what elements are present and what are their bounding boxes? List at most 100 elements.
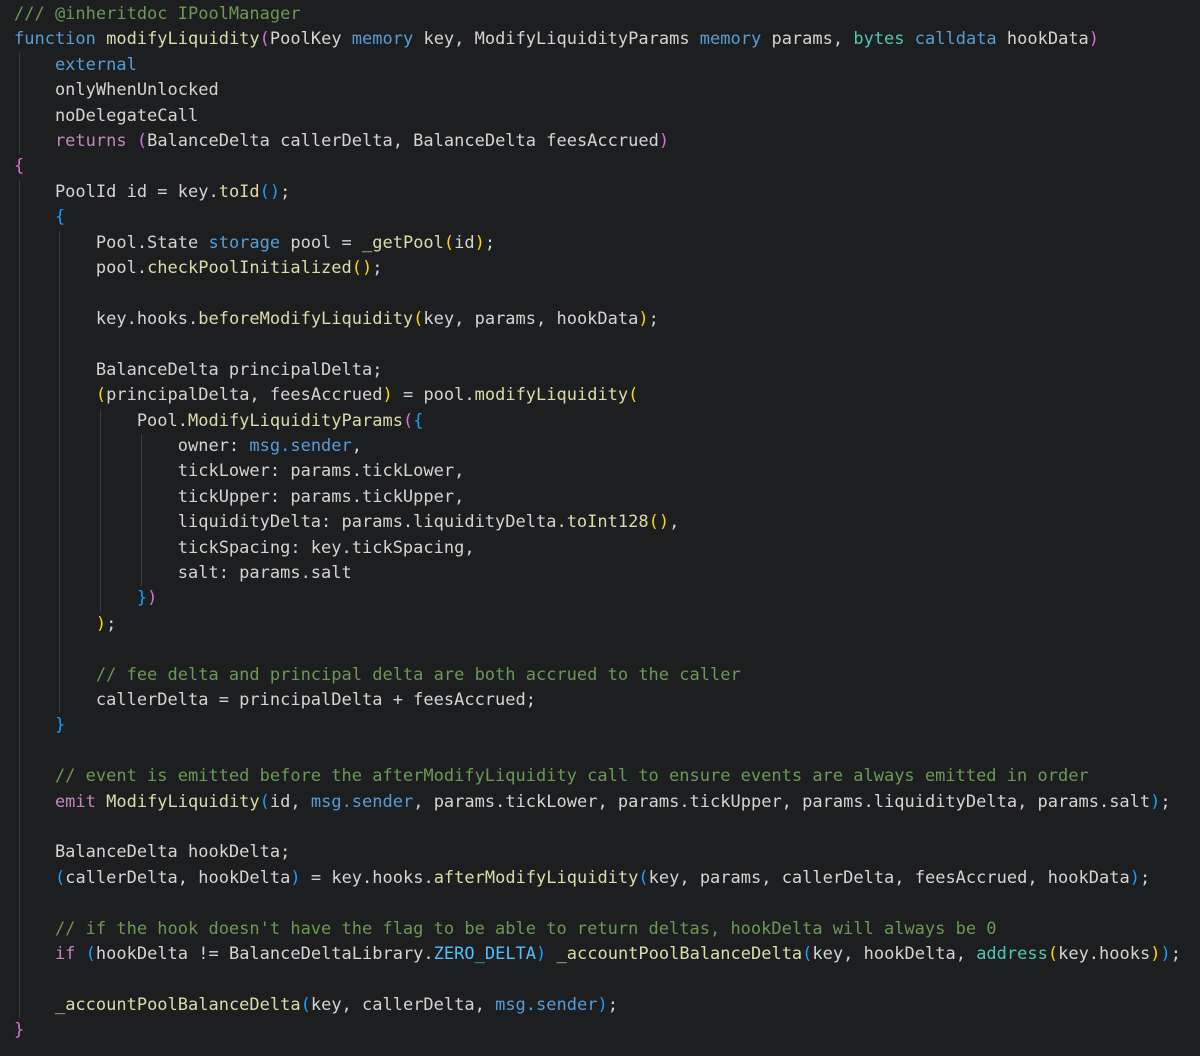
code-token: liquidityDelta: params.liquidityDelta. [14,512,567,533]
code-token: onlyWhenUnlocked [14,80,219,101]
code-line[interactable]: tickUpper: params.tickUpper, [14,484,1200,511]
code-line[interactable]: (principalDelta, feesAccrued) = pool.mod… [14,383,1200,409]
code-line[interactable]: // fee delta and principal delta are bot… [14,662,1200,688]
code-token: toId [218,181,260,202]
code-line[interactable]: { [14,205,1200,231]
code-token: address [976,944,1048,965]
code-token: ; [106,613,117,634]
code-token: PoolId id = key. [14,181,219,202]
code-line[interactable]: tickLower: params.tickLower, [14,459,1200,485]
code-line[interactable]: emit ModifyLiquidity(id, msg.sender, par… [14,789,1200,815]
code-line[interactable]: salt: params.salt [14,560,1200,587]
code-line[interactable]: // event is emitted before the afterModi… [14,764,1200,790]
code-line[interactable]: noDelegateCall [14,103,1200,130]
code-token: tickSpacing: key.tickSpacing, [14,537,475,558]
code-token: // if the hook doesn't have the flag to … [14,918,997,939]
code-token: function [14,29,107,50]
indent-guide [141,560,143,587]
indent-guide [18,256,20,282]
code-line[interactable]: // if the hook doesn't have the flag to … [14,916,1200,943]
code-token: msg.sender [495,994,598,1015]
code-line[interactable]: owner: msg.sender, [14,433,1200,460]
code-line[interactable] [14,738,1200,765]
code-line[interactable]: if (hookDelta != BalanceDeltaLibrary.ZER… [14,942,1200,968]
indent-guide [59,383,61,409]
code-line[interactable]: /// @inheritdoc IPoolManager [14,2,1200,27]
indent-guide [141,484,143,511]
code-line[interactable]: onlyWhenUnlocked [14,78,1200,104]
indent-guide [100,586,102,612]
indent-guide [59,459,61,485]
code-token: ) [382,385,393,406]
code-line[interactable]: { [14,154,1200,179]
code-line[interactable]: tickSpacing: key.tickSpacing, [14,535,1200,561]
code-line[interactable] [14,891,1200,917]
indent-guide [18,332,20,358]
code-line[interactable]: BalanceDelta principalDelta; [14,357,1200,384]
code-line[interactable]: Pool.State storage pool = _getPool(id); [14,230,1200,257]
code-line[interactable]: function modifyLiquidity(PoolKey memory … [14,27,1200,52]
indent-guide [18,103,20,130]
code-token: callerDelta = principalDelta + feesAccru… [14,689,536,710]
code-line[interactable]: callerDelta = principalDelta + feesAccru… [14,687,1200,714]
code-token: { [413,410,424,431]
code-line[interactable] [14,815,1200,841]
code-token: params, [761,29,854,50]
code-line[interactable] [14,967,1200,993]
code-token: ( [136,131,148,152]
code-editor[interactable]: /// @inheritdoc IPoolManager function mod… [0,0,1200,1056]
indent-guide [100,408,102,434]
code-line[interactable]: ); [14,611,1200,638]
code-token: ( [1047,944,1059,965]
indent-guide [59,535,61,561]
code-line[interactable]: key.hooks.beforeModifyLiquidity(key, par… [14,306,1200,333]
indent-guide [18,535,20,561]
code-token: owner: [14,435,250,456]
code-token: beforeModifyLiquidity [198,308,414,329]
code-line[interactable] [14,281,1200,307]
code-token: key, callerDelta, [310,994,496,1015]
code-token: returns [14,131,137,152]
code-token: = pool. [392,385,475,406]
code-line[interactable]: external [14,52,1200,79]
code-token: ; [1139,867,1151,888]
code-token: external [14,54,137,75]
code-line[interactable]: pool.checkPoolInitialized(); [14,256,1200,282]
indent-guide [18,637,20,663]
code-line[interactable]: BalanceDelta hookDelta; [14,840,1200,866]
code-token: () [351,258,373,279]
code-token: ) [1150,944,1161,965]
code-line[interactable]: (callerDelta, hookDelta) = key.hooks.aft… [14,865,1200,892]
code-token: , params.tickLower, params.tickUpper, pa… [413,791,1151,812]
indent-guide [59,306,61,333]
indent-guide [59,560,61,587]
code-token: tickUpper: params.tickUpper, [14,486,465,507]
code-token: ( [259,29,270,50]
indent-guide [59,611,61,638]
code-line[interactable]: returns (BalanceDelta callerDelta, Balan… [14,129,1200,155]
code-line[interactable]: PoolId id = key.toId(); [14,179,1200,206]
code-token: noDelegateCall [14,105,199,126]
code-line[interactable]: Pool.ModifyLiquidityParams({ [14,408,1200,434]
code-line[interactable]: } [14,1018,1200,1043]
indent-guide [18,78,20,104]
indent-guide [59,662,61,688]
code-line[interactable] [14,332,1200,358]
indent-guide [18,205,20,231]
code-line[interactable]: _accountPoolBalanceDelta(key, callerDelt… [14,992,1200,1019]
code-token: ) [474,232,485,253]
code-token: ( [85,944,96,965]
code-token: } [14,1020,25,1041]
code-line[interactable]: } [14,713,1200,739]
code-token: ) [638,308,649,329]
indent-guide [59,484,61,511]
code-line[interactable]: liquidityDelta: params.liquidityDelta.to… [14,510,1200,536]
indent-guide [100,510,102,536]
code-line[interactable] [14,637,1200,663]
code-line[interactable]: }) [14,586,1200,612]
